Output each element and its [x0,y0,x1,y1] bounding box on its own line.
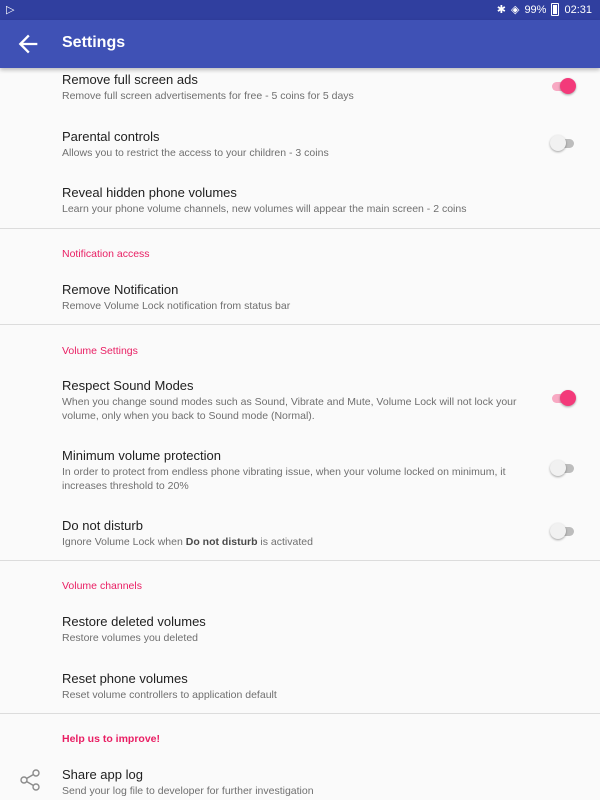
setting-title: Reset phone volumes [62,671,188,686]
battery-percent: 99% [524,3,547,16]
summary-text: Ignore Volume Lock when [62,536,186,548]
switch-thumb [550,460,566,476]
section-header-notification: Notification access [62,248,150,260]
clock: 02:31 [564,3,592,16]
remove-ads-switch[interactable] [550,76,576,96]
parental-controls-switch[interactable] [550,133,574,153]
setting-share-app-log[interactable]: Share app log Send your log file to deve… [0,760,600,800]
app-bar: Settings [0,20,600,68]
setting-title: Share app log [62,767,143,782]
setting-reveal-volumes[interactable]: Reveal hidden phone volumes Learn your p… [0,180,600,228]
share-icon [20,769,40,791]
settings-list: Remove full screen ads Remove full scree… [0,68,600,800]
setting-parental-controls[interactable]: Parental controls Allows you to restrict… [0,124,600,180]
setting-title: Reveal hidden phone volumes [62,185,237,200]
setting-title: Do not disturb [62,518,143,533]
setting-summary: In order to protect from endless phone v… [62,466,506,492]
wifi-icon: ◈ [510,4,520,16]
divider [0,324,600,325]
notification-glyph: ▷ [6,4,15,16]
setting-title: Parental controls [62,129,160,144]
switch-thumb [560,390,576,406]
setting-do-not-disturb[interactable]: Do not disturb Ignore Volume Lock when D… [0,510,600,560]
setting-summary: Ignore Volume Lock when Do not disturb i… [62,535,542,549]
setting-summary: Allows you to restrict the access to you… [62,147,329,159]
setting-restore-volumes[interactable]: Restore deleted volumes Restore volumes … [0,606,600,662]
back-button[interactable] [14,30,42,58]
divider [0,560,600,561]
battery-icon [551,3,560,16]
setting-summary: Send your log file to developer for furt… [62,785,314,797]
page-title: Settings [62,34,126,51]
status-bar: ▷ ✱ ◈ 99% 02:31 [0,0,600,20]
do-not-disturb-switch[interactable] [550,521,574,541]
section-header-volume-settings: Volume Settings [62,345,138,357]
summary-bold-text: Do not disturb [185,536,258,548]
setting-summary: Reset volume controllers to application … [62,689,277,701]
setting-remove-ads[interactable]: Remove full screen ads Remove full scree… [0,68,600,124]
setting-reset-volumes[interactable]: Reset phone volumes Reset volume control… [0,663,600,713]
setting-title: Restore deleted volumes [62,614,206,629]
respect-sound-modes-switch[interactable] [550,388,576,408]
setting-minimum-volume-protection[interactable]: Minimum volume protection In order to pr… [0,440,600,504]
summary-text: is activated [257,536,313,548]
setting-summary: When you change sound modes such as Soun… [62,396,517,422]
switch-thumb [550,135,566,151]
switch-thumb [550,523,566,539]
setting-remove-notification[interactable]: Remove Notification Remove Volume Lock n… [0,274,600,324]
setting-title: Remove full screen ads [62,72,198,87]
setting-respect-sound-modes[interactable]: Respect Sound Modes When you change soun… [0,370,600,434]
divider [0,713,600,714]
arrow-left-icon [18,34,38,54]
minimum-volume-switch[interactable] [550,458,574,478]
setting-summary: Remove full screen advertisements for fr… [62,90,354,102]
setting-title: Respect Sound Modes [62,378,194,393]
section-header-volume-channels: Volume channels [62,580,142,592]
status-bar-right: ✱ ◈ 99% 02:31 [497,3,592,16]
setting-summary: Learn your phone volume channels, new vo… [62,203,467,215]
setting-summary: Restore volumes you deleted [62,632,198,644]
section-header-help: Help us to improve! [62,733,161,745]
switch-thumb [560,78,576,94]
divider [0,228,600,229]
setting-summary: Remove Volume Lock notification from sta… [62,300,291,312]
setting-title: Remove Notification [62,282,179,297]
setting-title: Minimum volume protection [62,448,221,463]
bluetooth-icon: ✱ [496,4,506,16]
